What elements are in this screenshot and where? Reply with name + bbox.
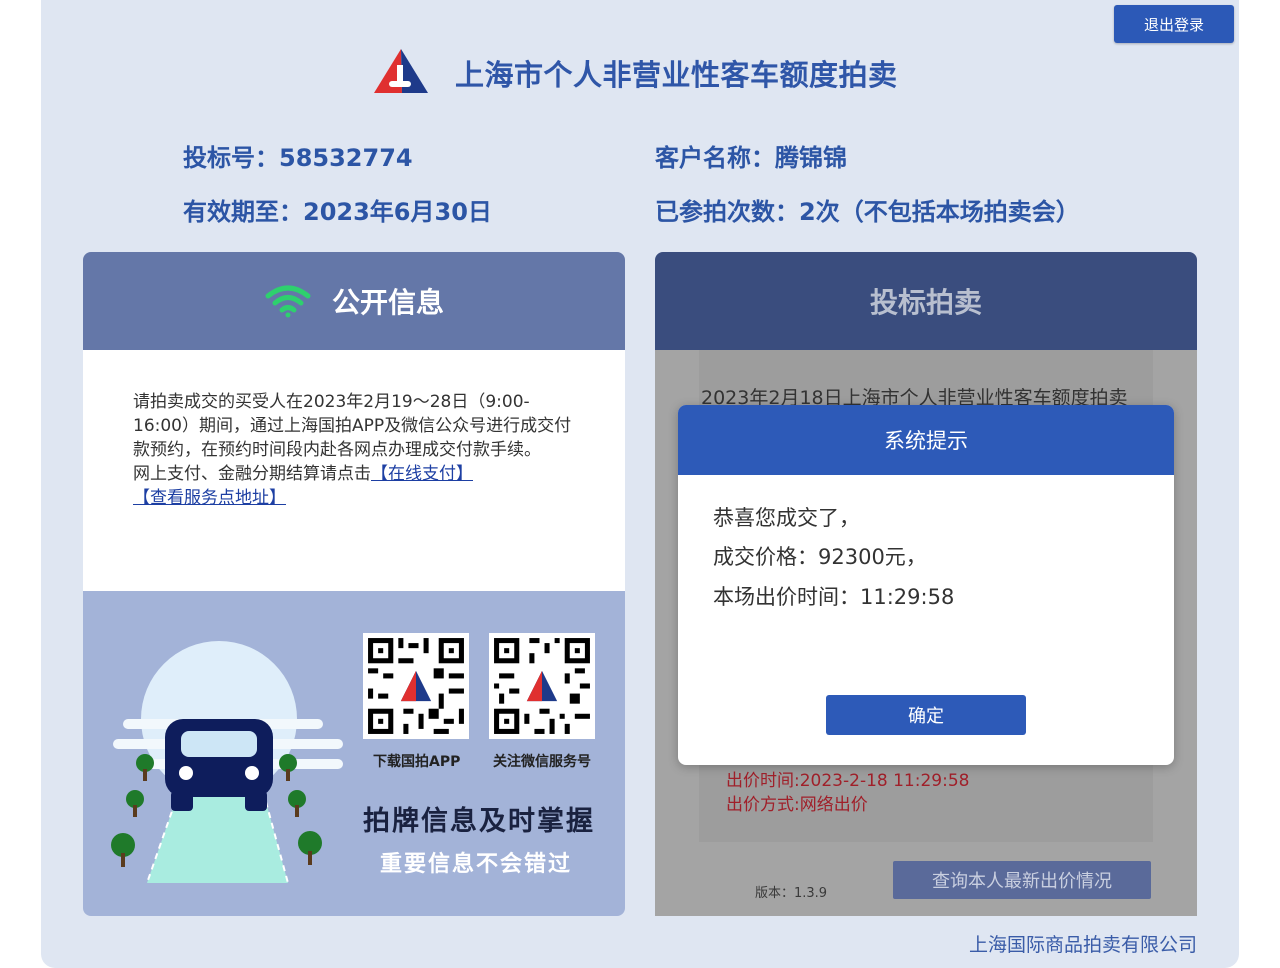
system-alert-dialog: 系统提示 恭喜您成交了， 成交价格：92300元， 本场出价时间：11:29:5…	[678, 405, 1174, 765]
dialog-message-congrats: 恭喜您成交了，	[713, 506, 860, 530]
logout-button[interactable]: 退出登录	[1114, 5, 1234, 43]
bid-number: 投标号：58532774	[183, 144, 413, 172]
customer-name: 客户名称：腾锦锦	[655, 144, 847, 172]
bid-time: 出价时间:2023-2-18 11:29:58	[726, 771, 970, 791]
car-illustration	[111, 641, 343, 884]
page-title: 上海市个人非营业性客车额度拍卖	[455, 58, 898, 92]
version-label: 版本：1.3.9	[755, 886, 828, 901]
promo-slogan-sub: 重要信息不会错过	[380, 852, 573, 877]
notice-text: 请拍卖成交的买受人在2023年2月19～28日（9:00-16:00）期间，通过…	[133, 390, 583, 510]
public-info-title: 公开信息	[331, 286, 444, 319]
bid-method: 出价方式:网络出价	[726, 795, 868, 815]
service-address-link[interactable]: 【查看服务点地址】	[133, 488, 286, 508]
dialog-title: 系统提示	[678, 405, 1174, 475]
public-info-body: 请拍卖成交的买受人在2023年2月19～28日（9:00-16:00）期间，通过…	[83, 350, 625, 591]
company-name: 上海国际商品拍卖有限公司	[968, 934, 1197, 956]
wechat-qr-code	[489, 633, 595, 739]
confirm-button[interactable]: 确定	[826, 695, 1026, 735]
wifi-icon	[265, 285, 311, 318]
valid-until: 有效期至：2023年6月30日	[183, 198, 492, 226]
dialog-message-time: 本场出价时间：11:29:58	[713, 585, 955, 609]
dialog-message-price: 成交价格：92300元，	[713, 545, 927, 569]
bidding-header: 投标拍卖	[655, 252, 1197, 350]
guopai-logo-icon	[374, 49, 428, 93]
app-qr-code	[363, 633, 469, 739]
qr-app-caption: 下载国拍APP	[373, 754, 461, 770]
online-pay-link[interactable]: 【在线支付】	[371, 464, 473, 484]
promo-slogan-main: 拍牌信息及时掌握	[363, 806, 595, 837]
promo-banner: 下载国拍APP 关注微信服务号 拍牌信息及时掌握 重要信息不会错过	[83, 591, 625, 916]
notice-pay-prefix: 网上支付、金融分期结算请点击	[133, 464, 371, 484]
notice-paragraph: 请拍卖成交的买受人在2023年2月19～28日（9:00-16:00）期间，通过…	[133, 392, 572, 460]
public-info-header: 公开信息	[83, 252, 625, 350]
qr-wechat-caption: 关注微信服务号	[493, 754, 591, 770]
participation-count: 已参拍次数：2次（不包括本场拍卖会）	[655, 198, 1080, 226]
query-latest-bid-button[interactable]: 查询本人最新出价情况	[893, 861, 1151, 899]
bidding-title: 投标拍卖	[869, 286, 982, 319]
